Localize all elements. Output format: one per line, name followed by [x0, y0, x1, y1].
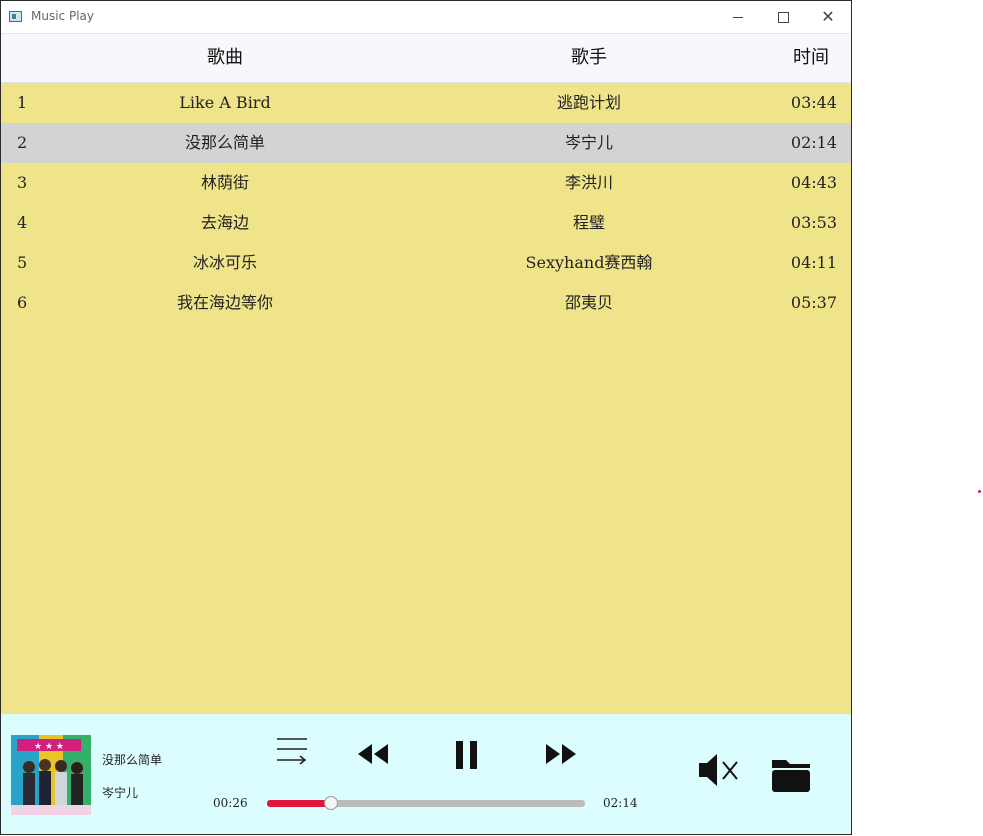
row-time: 03:53: [790, 213, 837, 232]
column-header-artist[interactable]: 歌手: [489, 34, 689, 82]
pause-button[interactable]: [454, 740, 480, 774]
close-icon: ✕: [821, 7, 835, 26]
playlist-icon: [277, 738, 307, 765]
column-header-song[interactable]: 歌曲: [125, 34, 325, 82]
progress-fill: [267, 800, 331, 807]
row-artist: 李洪川: [564, 173, 613, 192]
table-row[interactable]: 3 林荫街 李洪川 04:43: [1, 163, 851, 203]
fast-forward-icon: [546, 744, 576, 764]
now-playing-artist: 岑宁儿: [102, 786, 139, 800]
row-index: 1: [17, 93, 28, 112]
column-header-time[interactable]: 时间: [761, 34, 851, 82]
song-list: 1 Like A Bird 逃跑计划 03:44 2 没那么简单 岑宁儿 02:14 3 林荫街 李…: [1, 83, 851, 713]
total-time: 02:14: [603, 796, 638, 810]
row-time: 04:11: [790, 253, 837, 272]
row-song: 没那么简单: [184, 133, 265, 152]
next-button[interactable]: [544, 742, 578, 770]
rewind-icon: [358, 744, 388, 764]
player-bar: ★ ★ ★ 没那么简单 岑宁儿 00:26 02:14: [1, 713, 851, 834]
row-time: 03:44: [790, 93, 837, 112]
row-time: 05:37: [790, 293, 837, 312]
volume-mute-icon: [699, 754, 738, 786]
previous-button[interactable]: [356, 742, 390, 770]
row-index: 6: [17, 293, 28, 312]
row-index: 5: [17, 253, 28, 272]
progress-bar[interactable]: [267, 796, 585, 810]
row-time: 04:43: [790, 173, 837, 192]
row-song: 林荫街: [200, 173, 249, 192]
row-song: 冰冰可乐: [192, 253, 257, 272]
row-artist: 邵夷贝: [564, 293, 613, 312]
playlist-button[interactable]: [275, 736, 309, 770]
current-time: 00:26: [213, 796, 248, 810]
row-artist: Sexyhand赛西翰: [525, 253, 653, 272]
now-playing-title: 没那么简单: [102, 753, 163, 767]
row-time: 02:14: [790, 133, 837, 152]
table-row[interactable]: 6 我在海边等你 邵夷贝 05:37: [1, 283, 851, 323]
row-song: Like A Bird: [179, 93, 271, 112]
red-dot-marker: [978, 490, 981, 493]
row-artist: 逃跑计划: [556, 93, 621, 112]
album-cover: ★ ★ ★: [11, 735, 91, 815]
maximize-button[interactable]: [760, 1, 806, 33]
mute-button[interactable]: [697, 752, 741, 792]
row-song: 去海边: [200, 213, 249, 232]
row-song: 我在海边等你: [176, 293, 273, 312]
minimize-button[interactable]: [715, 1, 761, 33]
folder-icon: [772, 760, 810, 792]
pause-icon: [456, 741, 477, 769]
progress-handle[interactable]: [323, 796, 338, 810]
svg-text:★ ★ ★: ★ ★ ★: [34, 742, 64, 752]
minimize-icon: [733, 16, 743, 18]
row-artist: 程璧: [572, 213, 605, 232]
open-folder-button[interactable]: [770, 754, 814, 798]
row-index: 4: [17, 213, 28, 232]
title-bar[interactable]: Music Play ✕: [1, 1, 851, 34]
close-button[interactable]: ✕: [805, 1, 851, 33]
app-icon: [9, 11, 22, 22]
table-header: 歌曲 歌手 时间: [1, 34, 851, 83]
table-row[interactable]: 5 冰冰可乐 Sexyhand赛西翰 04:11: [1, 243, 851, 283]
song-table: 歌曲 歌手 时间: [1, 34, 851, 83]
window-title: Music Play: [31, 9, 94, 23]
table-row[interactable]: 2 没那么简单 岑宁儿 02:14: [1, 123, 851, 163]
table-row[interactable]: 4 去海边 程璧 03:53: [1, 203, 851, 243]
maximize-icon: [777, 11, 789, 23]
music-play-window: Music Play ✕ 歌曲 歌手 时间 1 Like A Bird 逃跑计划 03…: [0, 0, 852, 835]
row-artist: 岑宁儿: [564, 133, 613, 152]
table-row[interactable]: 1 Like A Bird 逃跑计划 03:44: [1, 83, 851, 123]
row-index: 2: [17, 133, 28, 152]
row-index: 3: [17, 173, 28, 192]
